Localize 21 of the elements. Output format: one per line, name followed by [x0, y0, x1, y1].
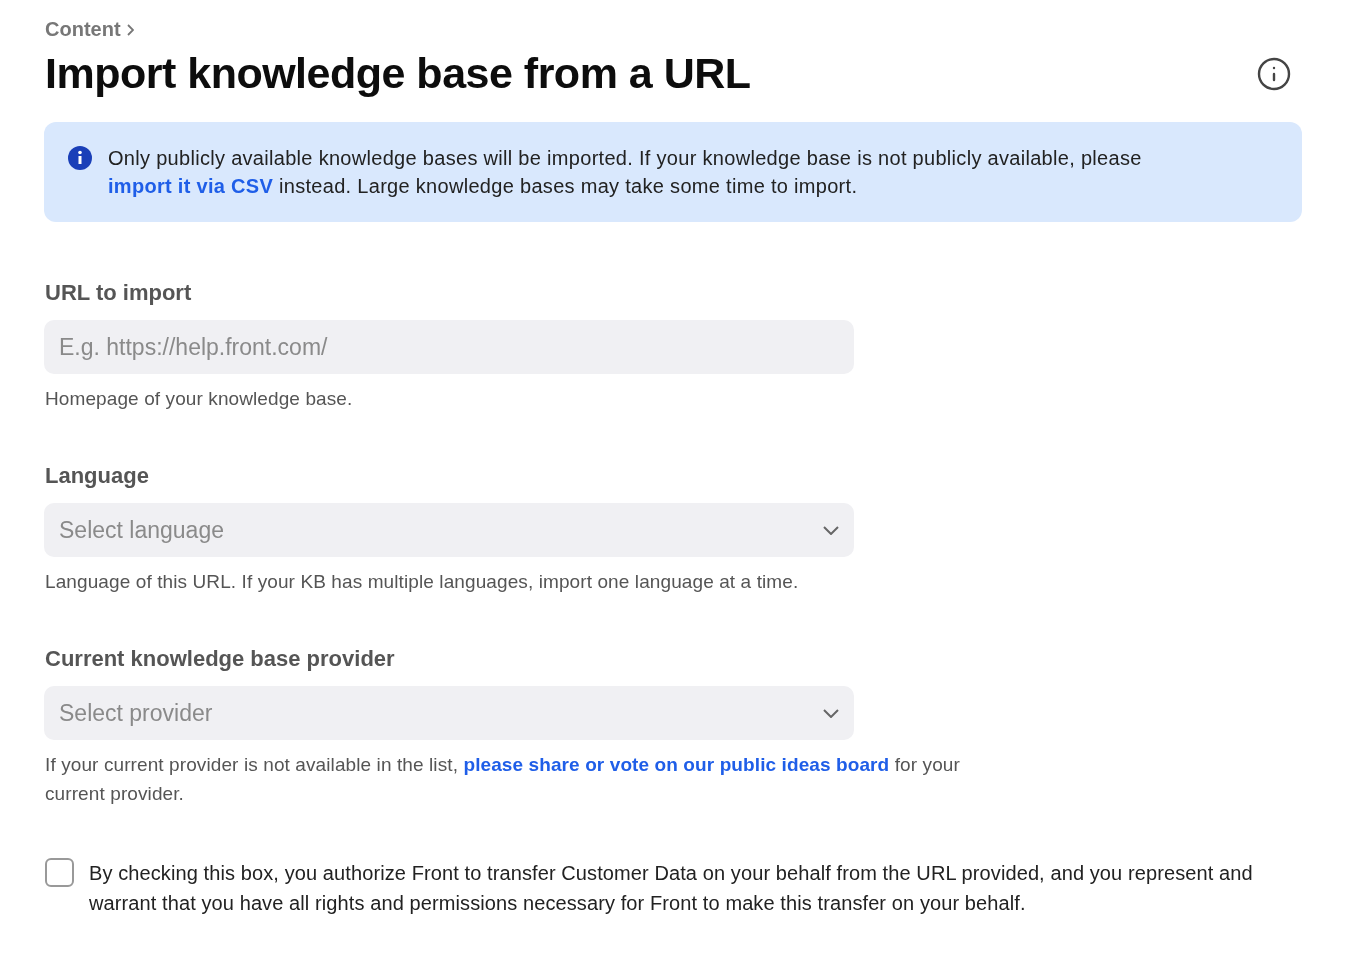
field-label: URL to import [45, 280, 193, 306]
field-label: Current knowledge base provider [45, 646, 396, 672]
page-title: Import knowledge base from a URL [45, 49, 751, 98]
checkbox[interactable] [45, 858, 74, 887]
chevron-right-icon [126, 23, 134, 36]
info-icon[interactable] [1256, 55, 1292, 92]
select-field[interactable]: Select provider [44, 686, 854, 740]
chevron-down-icon [823, 525, 839, 535]
field-label: Language [45, 463, 150, 489]
breadcrumb-link[interactable]: Content [45, 18, 134, 41]
select-field[interactable]: Select language [44, 503, 854, 557]
helper-text: If your current provider is not available in the list, please share or vote on our public ideas board for your current provider. [45, 753, 961, 806]
url-input[interactable]: E.g. https://help.front.com/ [44, 320, 854, 374]
link[interactable]: import it via CSV [108, 175, 274, 197]
helper-text: Language of this URL. If your KB has multiple languages, import one language at a time. [45, 570, 800, 594]
consent-text: By checking this box, you authorize Front to transfer Customer Data on your behalf from the URL provided, and you represent and warrant that you have all rights and permissions necessary for Front to make this transfer on your behalf. [89, 861, 1254, 916]
helper-text: Homepage of your knowledge base. [45, 387, 354, 411]
banner-text: Only publicly available knowledge bases will be imported. If your knowledge base is not publicly available, please import it via CSV instead. Large knowledge bases may take some time to import. [108, 146, 1143, 199]
info-icon [68, 146, 92, 170]
link[interactable]: please share or vote on our public ideas board [463, 754, 890, 775]
chevron-down-icon [823, 708, 839, 718]
